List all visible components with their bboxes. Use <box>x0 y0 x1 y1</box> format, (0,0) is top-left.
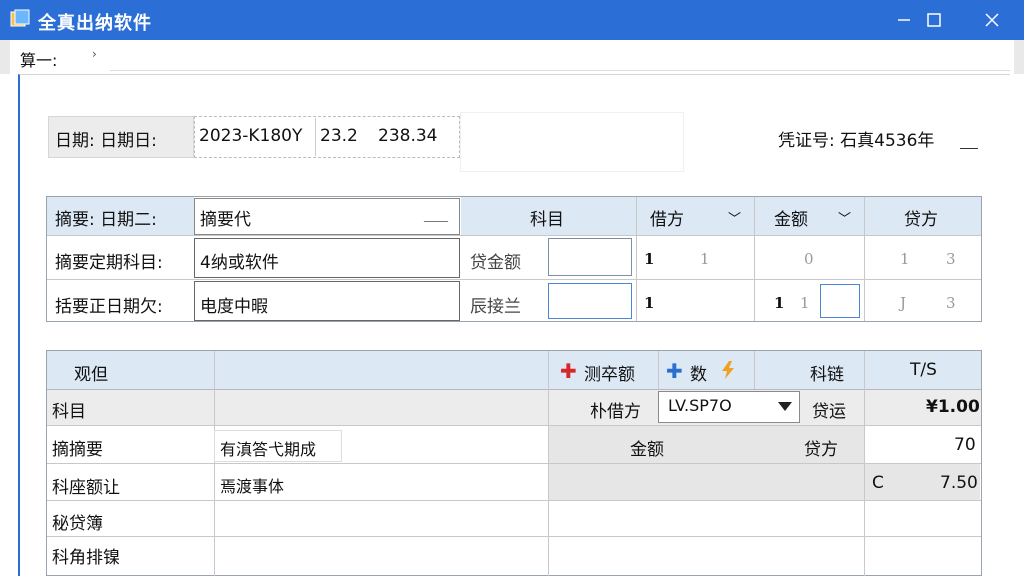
extra-input[interactable] <box>548 283 632 319</box>
date-label: 日期: 日期日: <box>55 131 157 151</box>
row-divider <box>47 235 981 236</box>
col-debit-header[interactable]: 借方 <box>650 205 684 230</box>
period-input-value[interactable]: 电度中暇 <box>200 292 268 317</box>
app-icon <box>10 9 30 27</box>
row1-label: 摘要: 日期二: <box>55 210 157 230</box>
tag-field-value[interactable]: 有滇答弋期成 <box>220 436 316 460</box>
plus-icon[interactable]: ✚ <box>666 361 683 381</box>
row-divider <box>47 425 981 426</box>
row-divider <box>47 389 981 390</box>
voucher-number: 凭证号: 石真4536年 <box>778 131 935 151</box>
credit-label: 贷方 <box>804 440 838 460</box>
date-value-2[interactable]: 23.2 <box>320 126 358 146</box>
row2-num: 1 <box>700 250 710 268</box>
row-label: 秘贷簿 <box>52 514 103 534</box>
row2-value: 70 <box>954 435 976 455</box>
row-divider <box>47 500 981 501</box>
row3-value-b: 7.50 <box>940 473 978 493</box>
chevron-right-icon[interactable]: › <box>92 47 97 61</box>
credit-amount-input[interactable] <box>548 238 632 276</box>
col-amount-header[interactable]: 金额 <box>774 205 808 230</box>
delete-amount-button[interactable]: 测卒额 <box>584 360 635 385</box>
row3-num: 1 <box>774 294 785 312</box>
row-label: 科座额让 <box>52 478 120 498</box>
col-divider <box>658 351 659 389</box>
col-divider <box>864 197 865 321</box>
col-divider <box>548 351 549 576</box>
row-label: 科角排镍 <box>52 548 120 568</box>
row2-num: 1 <box>900 250 910 268</box>
window-title: 全真出纳软件 <box>38 13 152 34</box>
row-divider <box>47 279 981 280</box>
row-divider <box>47 536 981 537</box>
col-credit-header: 贷方 <box>904 210 938 230</box>
voucher-underline <box>960 148 978 149</box>
row2-num: 1 <box>644 250 655 268</box>
col-divider <box>754 197 755 321</box>
col-divider <box>864 351 865 576</box>
date-divider <box>315 118 316 156</box>
row3-label: 括要正日期欠: <box>55 297 163 317</box>
grid-header-col1: 观但 <box>74 365 108 385</box>
credit-field-label: 贷运 <box>812 402 846 422</box>
col-divider <box>214 351 215 576</box>
close-button[interactable] <box>968 0 1016 40</box>
row3-num: 3 <box>946 294 956 312</box>
amount-label: 金额 <box>630 440 664 460</box>
row-divider <box>47 463 981 464</box>
subject-input-value[interactable]: 4纳或软件 <box>200 248 279 273</box>
summary-underline: ____ <box>424 208 448 222</box>
maximize-icon <box>927 13 941 27</box>
row3-num: 1 <box>800 294 810 312</box>
summary-input-value[interactable]: 摘要代 <box>200 205 251 230</box>
grid-header-ts: T/S <box>910 360 937 380</box>
menu-bar: 算一: › <box>0 40 1024 74</box>
row3-num: J <box>900 294 907 312</box>
small-input[interactable] <box>820 284 860 318</box>
title-bar: 全真出纳软件 <box>0 0 1024 40</box>
col-subject-header: 科目 <box>530 210 564 230</box>
plus-icon[interactable]: ✚ <box>560 361 577 381</box>
row3-mid-label: 辰接兰 <box>470 297 521 317</box>
row3-num: 1 <box>644 294 655 312</box>
minimize-icon <box>898 19 910 21</box>
menu-divider <box>110 70 1010 71</box>
lightning-icon[interactable] <box>718 360 738 380</box>
row2-num: 3 <box>946 250 956 268</box>
chevron-down-icon[interactable]: ﹀ <box>728 208 741 227</box>
date-value-3[interactable]: 238.34 <box>378 126 437 146</box>
debit-field-label: 朴借方 <box>590 402 641 422</box>
row-label: 科目 <box>52 402 86 422</box>
row2-num: 0 <box>804 250 814 268</box>
add-button[interactable]: 数 <box>690 360 707 385</box>
blank-area <box>460 112 684 172</box>
col-divider <box>636 197 637 321</box>
account-select-value[interactable]: LV.SP7O <box>668 396 732 415</box>
row2-label: 摘要定期科目: <box>55 253 163 273</box>
row1-value: ¥1.00 <box>926 397 980 417</box>
chevron-down-icon[interactable]: ﹀ <box>838 208 851 227</box>
menu-item[interactable]: 算一: <box>20 47 57 71</box>
maximize-button[interactable] <box>910 0 958 40</box>
row2-mid-label: 贷金额 <box>470 253 521 273</box>
close-icon <box>985 13 999 27</box>
row3-value-a: C <box>872 473 884 493</box>
grid-header-subject: 科链 <box>810 365 844 385</box>
row3-text: 焉渡事体 <box>220 477 285 496</box>
row-label: 摘摘要 <box>52 440 103 460</box>
dropdown-arrow-icon[interactable] <box>778 402 792 412</box>
col-divider <box>754 351 755 389</box>
date-value-1[interactable]: 2023-K180Y <box>199 126 302 146</box>
